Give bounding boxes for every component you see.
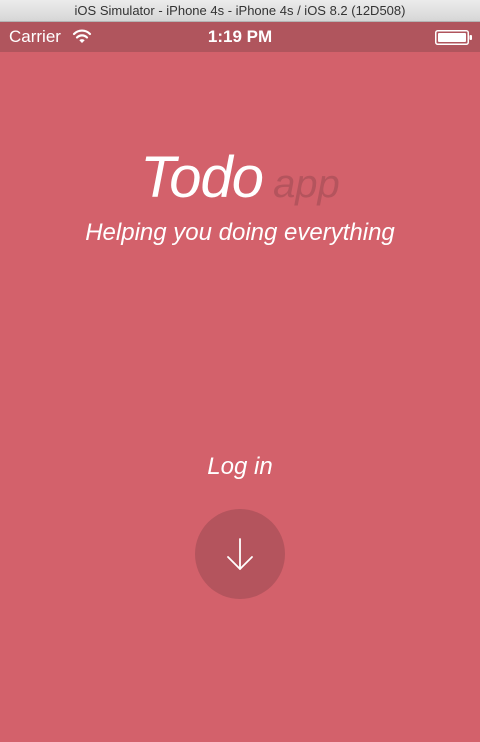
battery-icon — [435, 30, 472, 45]
login-label: Log in — [207, 453, 273, 480]
window-title: iOS Simulator - iPhone 4s - iPhone 4s / … — [0, 0, 480, 22]
arrow-down-icon — [227, 538, 253, 570]
logo-sub-text: app — [273, 162, 340, 206]
status-bar: Carrier 1:19 PM — [0, 22, 480, 52]
simulator-window: iOS Simulator - iPhone 4s - iPhone 4s / … — [0, 0, 480, 742]
phone-screen: Carrier 1:19 PM Todo app Helping you doin… — [0, 22, 480, 742]
status-time: 1:19 PM — [207, 27, 273, 46]
logo-main-text: Todo — [140, 145, 264, 210]
app-tagline: Helping you doing everything — [85, 219, 395, 246]
login-button[interactable] — [195, 509, 285, 599]
app-logo: Todo app — [0, 144, 480, 211]
